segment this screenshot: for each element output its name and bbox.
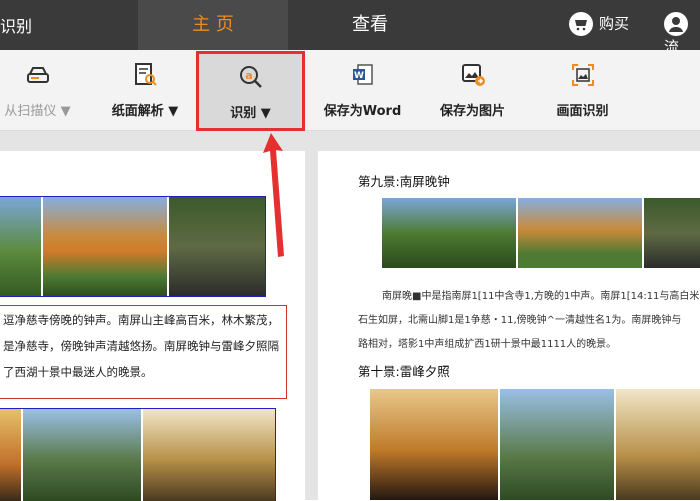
recognized-page[interactable]: 第九景:南屏晚钟 南屏晚■中是指南屏1[11中含寺1,方晚的1中声。南屏1[14… <box>318 151 700 500</box>
image-region-2[interactable] <box>0 408 276 501</box>
save-image-label: 保存为图片 <box>439 104 505 119</box>
ocr-photo-6 <box>616 389 700 500</box>
photo-pagoda <box>23 409 141 501</box>
photo-bell <box>169 197 265 296</box>
save-image-button[interactable]: 保存为图片 <box>425 50 520 130</box>
text-region[interactable]: 逗净慈寺傍晚的钟声。南屏山主峰高百米，林木繁茂， 是净慈寺，傍晚钟声清越悠扬。南… <box>0 305 287 399</box>
ocr-line-1: 南屏晚■中是指南屏1[11中含寺1,方晚的1中声。南屏1[14:11与高白米，林 <box>382 291 700 302</box>
heading-scene-10: 第十景:雷峰夕照 <box>358 364 450 379</box>
left-line-1: 逗净慈寺傍晚的钟声。南屏山主峰高百米，林木繁茂， <box>3 313 279 327</box>
svg-text:a: a <box>245 69 252 82</box>
photo-temple-partial <box>0 197 41 296</box>
word-icon: W <box>352 64 373 85</box>
cart-icon <box>569 12 593 36</box>
app-menu-partial[interactable]: 识别 <box>0 13 32 37</box>
ocr-line-3: 路相对，塔影1中声组成扩西1研十景中最1111人的晚景。 <box>358 339 617 350</box>
photo-pagoda-sunset <box>143 409 275 501</box>
callout-arrow-icon <box>263 133 284 257</box>
buy-button[interactable]: 购买 <box>569 12 629 36</box>
original-page[interactable]: 逗净慈寺傍晚的钟声。南屏山主峰高百米，林木繁茂， 是净慈寺，傍晚钟声清越悠扬。南… <box>0 151 305 501</box>
ocr-photo-3 <box>644 198 700 268</box>
screen-recognize-button[interactable]: 画面识别 <box>535 50 630 130</box>
photo-temple <box>43 197 167 296</box>
left-line-2: 是净慈寺，傍晚钟声清越悠扬。南屏晚钟与雷峰夕照隔 <box>3 339 279 353</box>
image-export-icon <box>461 64 485 86</box>
page-analysis-label: 纸面解析 <box>111 104 164 119</box>
ocr-photo-4 <box>370 389 498 500</box>
heading-scene-9: 第九景:南屏晚钟 <box>358 174 450 189</box>
top-bar: 识别 主 页 查看 购买 流 <box>0 0 700 56</box>
tab-home[interactable]: 主 页 <box>138 0 288 50</box>
text-recognize-icon: a <box>239 66 262 88</box>
save-word-button[interactable]: W 保存为Word <box>315 50 410 130</box>
document-search-icon <box>135 63 157 86</box>
ribbon-toolbar: 从扫描仪 ▼ 纸面解析 ▼ a 识别 ▼ W 保存为Word 保存为图片 画面识… <box>0 50 700 131</box>
scan-button[interactable]: 从扫描仪 ▼ <box>0 50 85 130</box>
dropdown-arrow-icon: ▼ <box>168 104 179 119</box>
ocr-line-2: 石生如屏，北需山脚1是1争慈・11,傍晚钟^一清越性名1为。南屏晚钟与 <box>358 315 682 326</box>
recognize-button[interactable]: a 识别 ▼ <box>196 51 305 131</box>
screen-capture-icon <box>571 64 594 86</box>
tab-view[interactable]: 查看 <box>310 0 430 50</box>
dropdown-arrow-icon: ▼ <box>60 104 71 119</box>
scan-label: 从扫描仪 <box>4 104 57 119</box>
ocr-photo-5 <box>500 389 614 500</box>
scanner-icon <box>26 67 49 83</box>
left-line-3: 了西湖十景中最迷人的晚景。 <box>3 365 153 379</box>
photo-sunset-partial <box>0 409 21 501</box>
buy-label: 购买 <box>599 14 630 33</box>
dropdown-arrow-icon: ▼ <box>260 106 271 121</box>
page-analysis-button[interactable]: 纸面解析 ▼ <box>100 50 190 130</box>
document-workspace: 逗净慈寺傍晚的钟声。南屏山主峰高百米，林木繁茂， 是净慈寺，傍晚钟声清越悠扬。南… <box>0 131 700 501</box>
ocr-photo-1 <box>382 198 516 268</box>
screen-recognize-label: 画面识别 <box>556 104 609 119</box>
ocr-photo-2 <box>518 198 642 268</box>
recognize-label: 识别 <box>230 106 257 121</box>
user-icon <box>664 12 688 36</box>
save-word-label: 保存为Word <box>323 104 402 119</box>
svg-text:W: W <box>354 71 364 81</box>
image-region[interactable] <box>0 196 266 297</box>
